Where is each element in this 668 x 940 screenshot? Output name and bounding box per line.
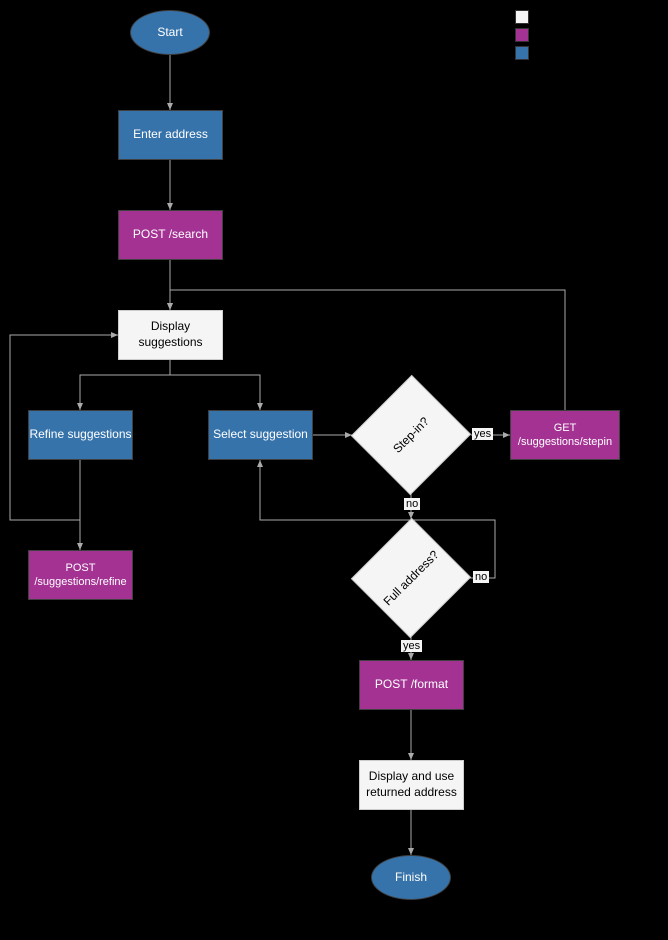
node-display-returned: Display and use returned address: [359, 760, 464, 810]
node-step-in: Step-in?: [369, 393, 453, 477]
node-post-format: POST /format: [359, 660, 464, 710]
node-refine-suggestions: Refine suggestions: [28, 410, 133, 460]
flow-arrows: [0, 0, 668, 940]
node-get-stepin: GET /suggestions/stepin: [510, 410, 620, 460]
node-finish: Finish: [371, 855, 451, 900]
edge-stepin-no: no: [404, 498, 420, 510]
node-select-suggestion: Select suggestion: [208, 410, 313, 460]
legend-white: [515, 10, 529, 24]
node-post-search: POST /search: [118, 210, 223, 260]
node-display-suggestions: Display suggestions: [118, 310, 223, 360]
node-enter-address: Enter address: [118, 110, 223, 160]
node-full-address: Full address?: [369, 536, 453, 620]
edge-fulladdr-no: no: [473, 571, 489, 583]
edge-stepin-yes: yes: [472, 428, 493, 440]
node-post-refine: POST /suggestions/refine: [28, 550, 133, 600]
legend-blue: [515, 46, 529, 60]
legend-purple: [515, 28, 529, 42]
edge-fulladdr-yes: yes: [401, 640, 422, 652]
node-start: Start: [130, 10, 210, 55]
